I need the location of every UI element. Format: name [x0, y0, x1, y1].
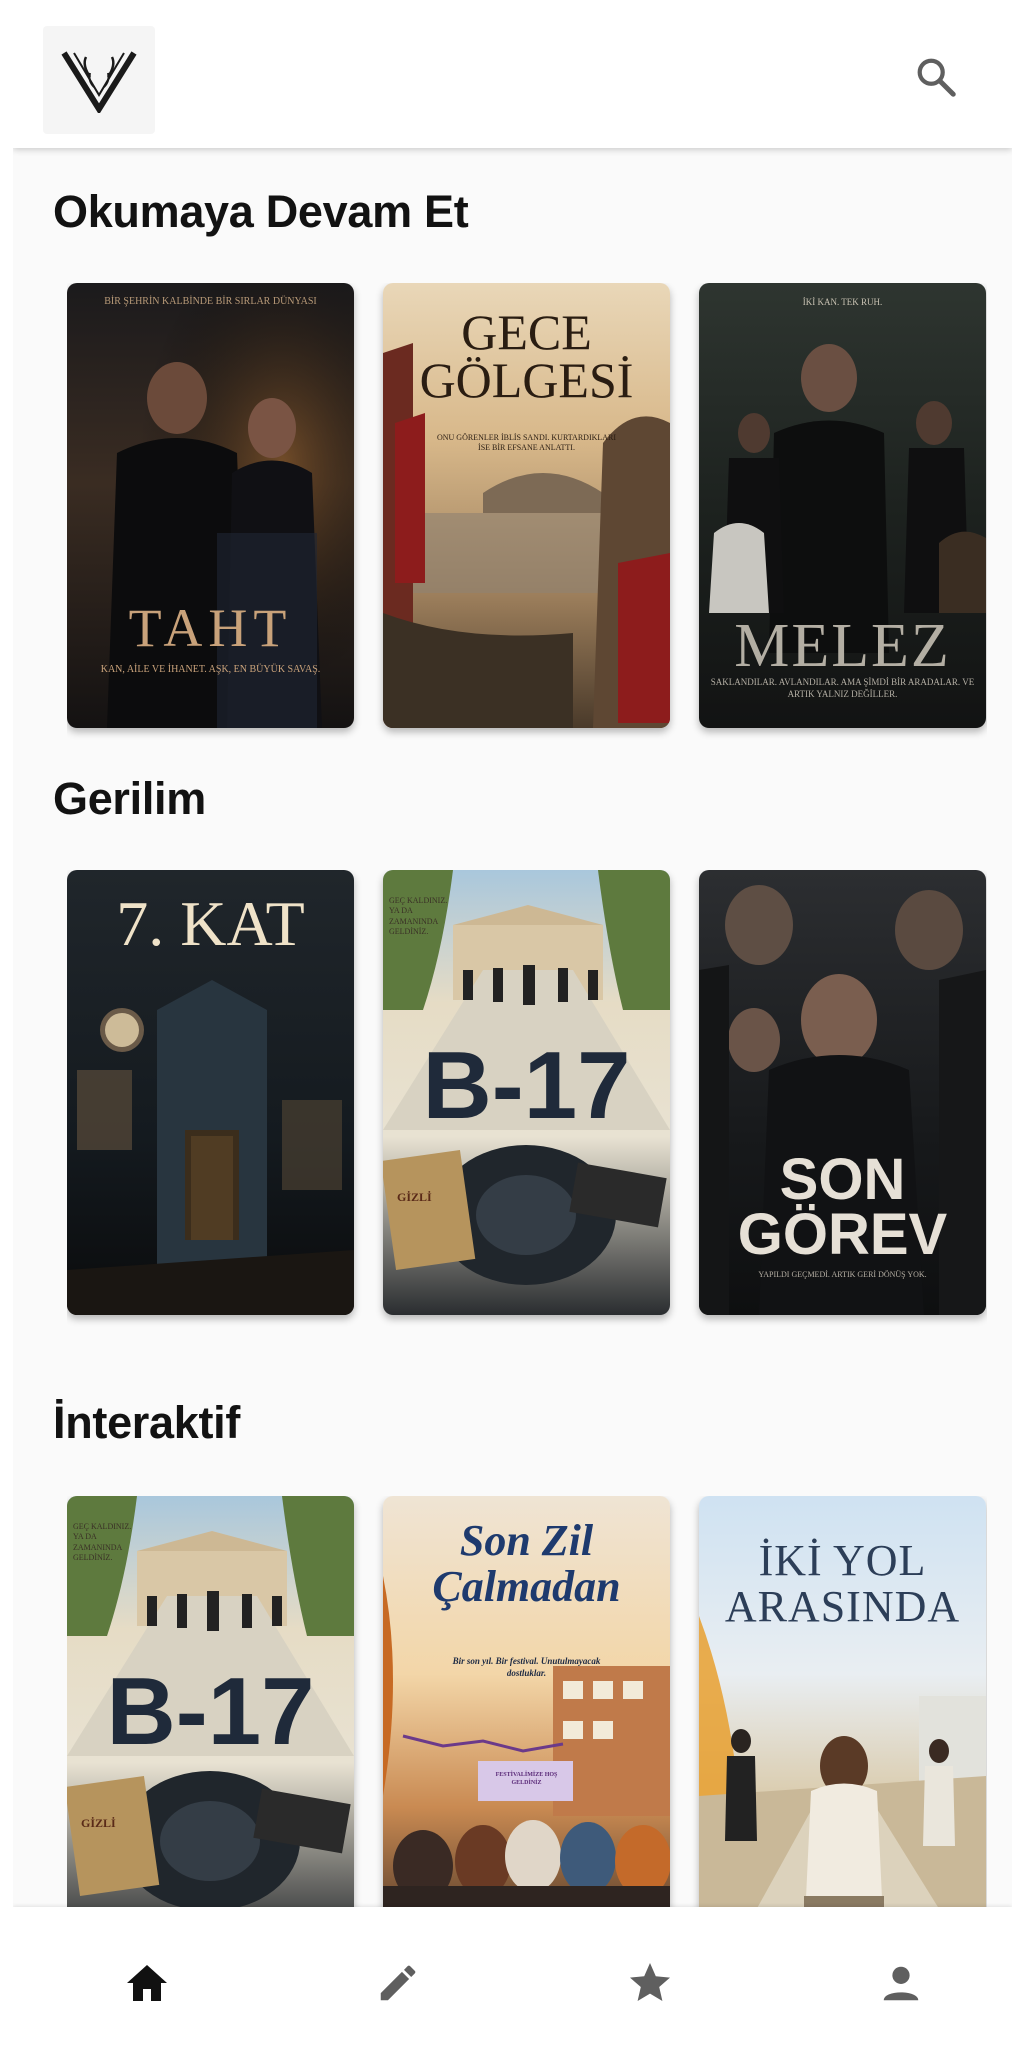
- section-title-gerilim: Gerilim: [53, 773, 206, 824]
- nav-profile[interactable]: [871, 1953, 931, 2013]
- profile-icon: [883, 1966, 919, 2001]
- book-tagline: YAPILDI GEÇMEDİ. ARTIK GERİ DÖNÜŞ YOK.: [758, 1270, 927, 1279]
- book-tagline: GİZLİ: [81, 1816, 116, 1830]
- book-card-7-kat[interactable]: 7. KAT: [67, 870, 354, 1315]
- nav-write[interactable]: [368, 1953, 428, 2013]
- app-screen: Okumaya Devam Et BİR ŞEHRİN KALBİNDE BİR…: [13, 0, 1012, 2048]
- book-title: B-17: [106, 1658, 315, 1765]
- search-button[interactable]: [911, 52, 961, 102]
- section-title-interaktif: İnteraktif: [53, 1397, 241, 1448]
- book-top-text: GEÇ KALDINIZ. YA DA ZAMANINDA GELDİNİZ.: [73, 1522, 132, 1563]
- book-title: TAHT: [128, 598, 293, 658]
- star-icon: [630, 1963, 670, 2001]
- book-top-text: BİR ŞEHRİN KALBİNDE BİR SIRLAR DÜNYASI: [104, 296, 317, 307]
- home-icon: [127, 1965, 167, 2001]
- book-card-melez[interactable]: İKİ KAN. TEK RUH. MELEZ SAKLANDILAR. AVL…: [699, 283, 986, 728]
- pencil-icon: [380, 1965, 416, 2001]
- book-title: MELEZ: [734, 612, 951, 680]
- search-icon: [917, 58, 956, 97]
- cover-art: [67, 283, 354, 728]
- book-card-son-gorev[interactable]: SON GÖREV YAPILDI GEÇMEDİ. ARTIK GERİ DÖ…: [699, 870, 986, 1315]
- book-tagline: SAKLANDILAR. AVLANDILAR. AMA ŞİMDİ BİR A…: [710, 677, 975, 699]
- book-title: GECE GÖLGESİ: [419, 304, 634, 408]
- book-title: Son Zil Çalmadan: [432, 1516, 621, 1612]
- book-tagline: KAN, AİLE VE İHANET. AŞK, EN BÜYÜK SAVAŞ…: [100, 664, 321, 675]
- bottom-navigation-bar: [13, 1907, 1012, 2048]
- book-card-b-17[interactable]: GEÇ KALDINIZ. YA DA ZAMANINDA GELDİNİZ. …: [383, 870, 670, 1315]
- book-row-interaktif[interactable]: GEÇ KALDINIZ. YA DA ZAMANINDA GELDİNİZ. …: [67, 1496, 987, 1956]
- nav-favorites[interactable]: [620, 1953, 680, 2013]
- book-title: SON GÖREV: [737, 1147, 948, 1268]
- book-title: B-17: [422, 1032, 631, 1139]
- book-row-continue-reading[interactable]: BİR ŞEHRİN KALBİNDE BİR SIRLAR DÜNYASI T…: [67, 283, 987, 743]
- book-top-text: GEÇ KALDINIZ. YA DA ZAMANINDA GELDİNİZ.: [389, 896, 448, 937]
- book-tagline: GİZLİ: [397, 1190, 432, 1204]
- app-logo[interactable]: [43, 26, 155, 134]
- book-banner-text: FESTİVALİMİZE HOŞ GELDİNİZ: [495, 1772, 558, 1786]
- top-app-bar: [13, 0, 1012, 148]
- book-tagline: ONU GÖRENLER İBLİS SANDI. KURTARDIKLARI …: [436, 433, 617, 453]
- v-wings-logo-icon: [61, 51, 137, 113]
- book-row-gerilim[interactable]: 7. KAT GEÇ KALDINIZ. YA DA ZAMANINDA GEL…: [67, 870, 987, 1330]
- section-title-continue-reading: Okumaya Devam Et: [53, 186, 469, 237]
- book-card-gece-golgesi[interactable]: GECE GÖLGESİ ONU GÖRENLER İBLİS SANDI. K…: [383, 283, 670, 728]
- book-title: İKİ YOL ARASINDA: [724, 1536, 961, 1632]
- book-card-b-17-interactive[interactable]: GEÇ KALDINIZ. YA DA ZAMANINDA GELDİNİZ. …: [67, 1496, 354, 1941]
- book-top-text: İKİ KAN. TEK RUH.: [802, 297, 883, 307]
- book-card-son-zil-calmadan[interactable]: Son Zil Çalmadan Bir son yıl. Bir festiv…: [383, 1496, 670, 1941]
- book-card-taht[interactable]: BİR ŞEHRİN KALBİNDE BİR SIRLAR DÜNYASI T…: [67, 283, 354, 728]
- book-card-iki-yol-arasinda[interactable]: İKİ YOL ARASINDA: [699, 1496, 986, 1941]
- book-title: 7. KAT: [116, 888, 305, 959]
- book-tagline: Bir son yıl. Bir festival. Unutulmayacak…: [452, 1656, 601, 1678]
- nav-home[interactable]: [117, 1953, 177, 2013]
